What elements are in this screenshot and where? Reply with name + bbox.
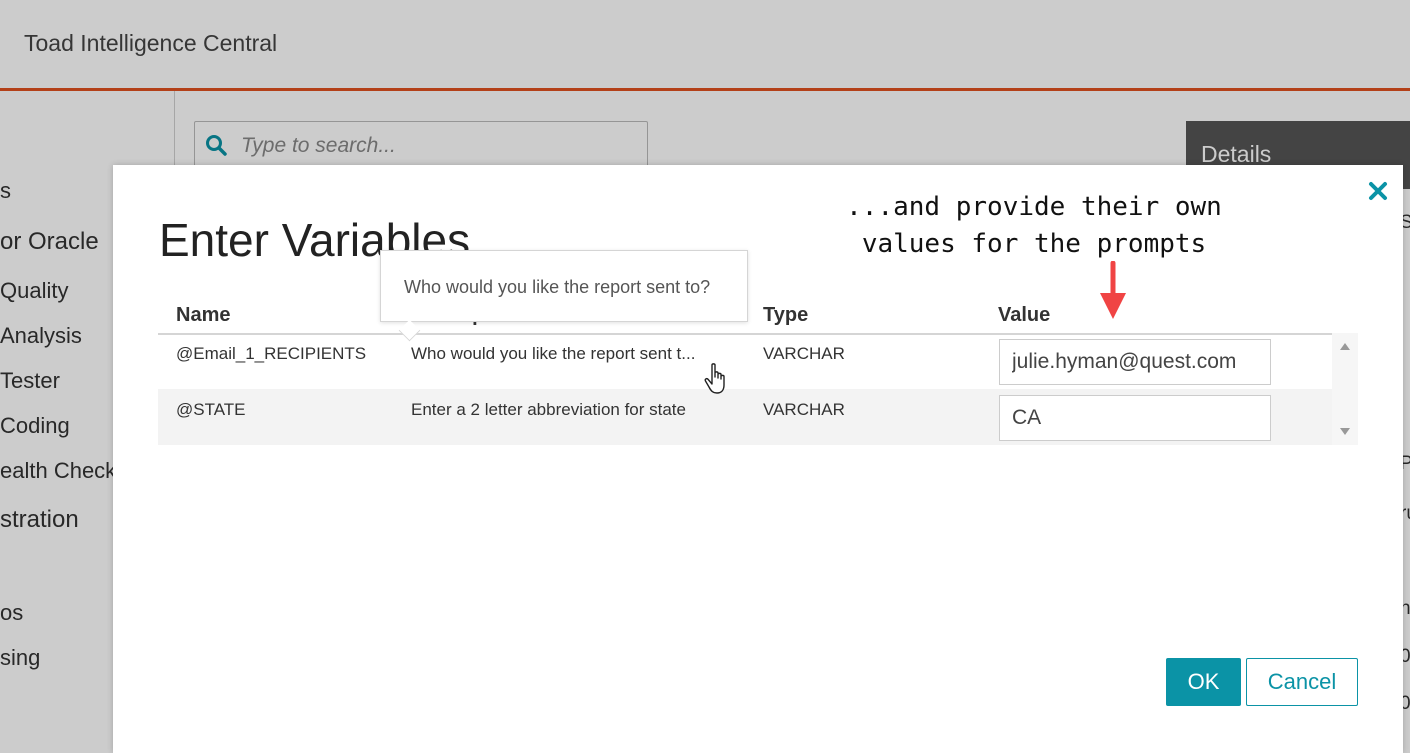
cancel-button[interactable]: Cancel	[1246, 658, 1358, 706]
cell-type: VARCHAR	[763, 344, 845, 363]
annotation-callout: ...and provide their own values for the …	[846, 192, 1222, 259]
description-tooltip: Who would you like the report sent to?	[380, 250, 748, 342]
enter-variables-dialog: Enter Variables ...and provide their own…	[113, 165, 1403, 753]
tooltip-text: Who would you like the report sent to?	[404, 277, 711, 297]
column-header-type[interactable]: Type	[763, 304, 808, 327]
value-input[interactable]	[999, 339, 1271, 385]
cell-name: @Email_1_RECIPIENTS	[176, 344, 367, 363]
cell-type: VARCHAR	[763, 400, 845, 419]
value-input[interactable]	[999, 395, 1271, 441]
ok-button[interactable]: OK	[1166, 658, 1241, 706]
hand-cursor-icon	[704, 363, 725, 394]
cell-description: Who would you like the report sent t...	[411, 344, 696, 363]
cell-name: @STATE	[176, 400, 246, 419]
table-row[interactable]: @STATE Enter a 2 letter abbreviation for…	[158, 389, 1332, 445]
cell-description: Enter a 2 letter abbreviation for state	[411, 400, 686, 419]
table-row[interactable]: @Email_1_RECIPIENTS Who would you like t…	[158, 333, 1332, 389]
column-header-name[interactable]: Name	[176, 304, 230, 327]
grid-scrollbar[interactable]	[1332, 333, 1358, 445]
scroll-up-icon[interactable]	[1340, 343, 1350, 350]
scroll-down-icon[interactable]	[1340, 428, 1350, 435]
close-icon[interactable]	[1366, 179, 1390, 203]
column-header-value[interactable]: Value	[998, 304, 1050, 327]
